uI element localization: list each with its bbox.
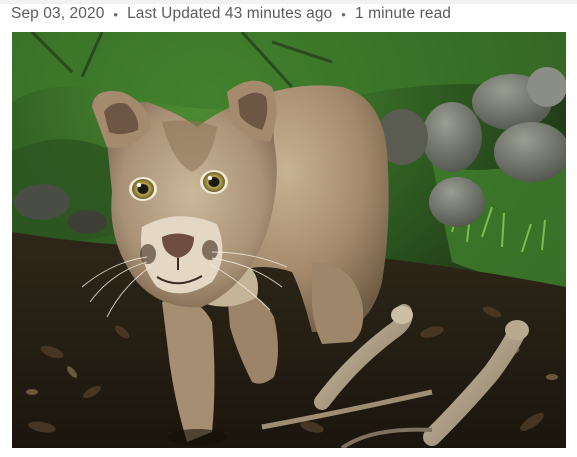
meta-separator: • bbox=[113, 6, 119, 22]
article-photo[interactable] bbox=[12, 32, 566, 448]
mountain-lion-photo bbox=[12, 32, 566, 448]
last-updated: Last Updated 43 minutes ago bbox=[127, 5, 333, 22]
meta-separator: • bbox=[341, 6, 346, 22]
publish-date: Sep 03, 2020 bbox=[11, 5, 105, 22]
article-meta: Sep 03, 2020 • Last Updated 43 minutes a… bbox=[11, 4, 451, 24]
page: Sep 03, 2020 • Last Updated 43 minutes a… bbox=[0, 0, 577, 457]
read-time: 1 minute read bbox=[354, 5, 452, 22]
right-eye bbox=[203, 172, 225, 192]
left-eye bbox=[132, 179, 154, 199]
